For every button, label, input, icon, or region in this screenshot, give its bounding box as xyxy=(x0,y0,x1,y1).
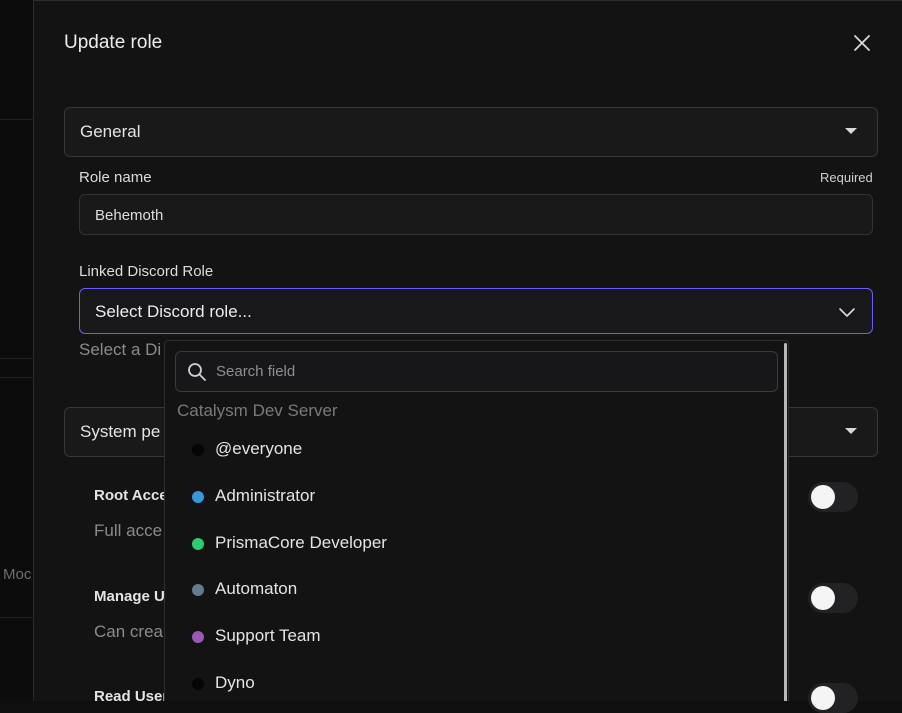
close-icon[interactable] xyxy=(850,31,874,55)
toggle-knob xyxy=(811,485,835,509)
divider xyxy=(0,617,34,618)
permission-title: Root Acce xyxy=(94,487,168,504)
permission-toggle[interactable] xyxy=(808,583,858,613)
search-input[interactable] xyxy=(216,352,766,391)
background-peek-text: Moc xyxy=(3,566,32,583)
role-color-dot xyxy=(192,444,204,456)
linked-role-label: Linked Discord Role xyxy=(79,263,214,280)
role-option-label: Dyno xyxy=(215,673,255,692)
role-option-label: Automaton xyxy=(215,579,298,598)
role-name-input[interactable]: Behemoth xyxy=(79,194,873,235)
search-field[interactable] xyxy=(175,351,778,392)
chevron-down-icon xyxy=(839,308,855,317)
role-color-dot xyxy=(192,584,204,596)
general-section-header[interactable]: General xyxy=(64,107,878,157)
server-group-label: Catalysm Dev Server xyxy=(177,401,338,420)
background-sidebar: Moc xyxy=(0,0,34,701)
general-section-label: General xyxy=(80,122,141,141)
role-color-dot xyxy=(192,631,204,643)
permission-toggle[interactable] xyxy=(808,482,858,512)
discord-role-select[interactable]: Select Discord role... xyxy=(79,288,873,334)
divider xyxy=(0,119,34,120)
role-option[interactable]: Dyno xyxy=(165,663,783,701)
role-option-label: Administrator xyxy=(215,486,316,505)
role-option[interactable]: Administrator xyxy=(165,476,783,520)
dropdown-scrollbar[interactable] xyxy=(784,343,787,701)
role-option-label: PrismaCore Developer xyxy=(215,533,387,552)
search-icon xyxy=(188,363,206,381)
permission-title: Manage U xyxy=(94,588,165,605)
permission-description: Can crea xyxy=(94,622,163,641)
permission-title: Read User xyxy=(94,688,169,705)
role-color-dot xyxy=(192,538,204,550)
caret-down-icon xyxy=(845,428,857,434)
discord-role-dropdown: Catalysm Dev Server @everyone Administra… xyxy=(164,340,789,701)
divider xyxy=(0,358,34,359)
role-option[interactable]: PrismaCore Developer xyxy=(165,523,783,567)
role-option[interactable]: Automaton xyxy=(165,569,783,613)
required-badge: Required xyxy=(820,170,873,185)
modal-title: Update role xyxy=(64,32,163,53)
role-color-dot xyxy=(192,678,204,690)
role-option-label: @everyone xyxy=(215,439,303,458)
discord-role-select-value: Select Discord role... xyxy=(95,302,252,321)
role-option[interactable]: @everyone xyxy=(165,429,783,473)
system-section-label: System pe xyxy=(80,422,161,441)
toggle-knob xyxy=(811,686,835,710)
permission-toggle[interactable] xyxy=(808,683,858,713)
linked-role-helper: Select a Di xyxy=(79,340,162,359)
divider xyxy=(0,377,34,378)
caret-down-icon xyxy=(845,128,857,134)
toggle-knob xyxy=(811,586,835,610)
role-option-label: Support Team xyxy=(215,626,321,645)
role-name-label: Role name xyxy=(79,169,152,186)
role-color-dot xyxy=(192,491,204,503)
permission-description: Full acce xyxy=(94,521,163,540)
role-option[interactable]: Support Team xyxy=(165,616,783,660)
